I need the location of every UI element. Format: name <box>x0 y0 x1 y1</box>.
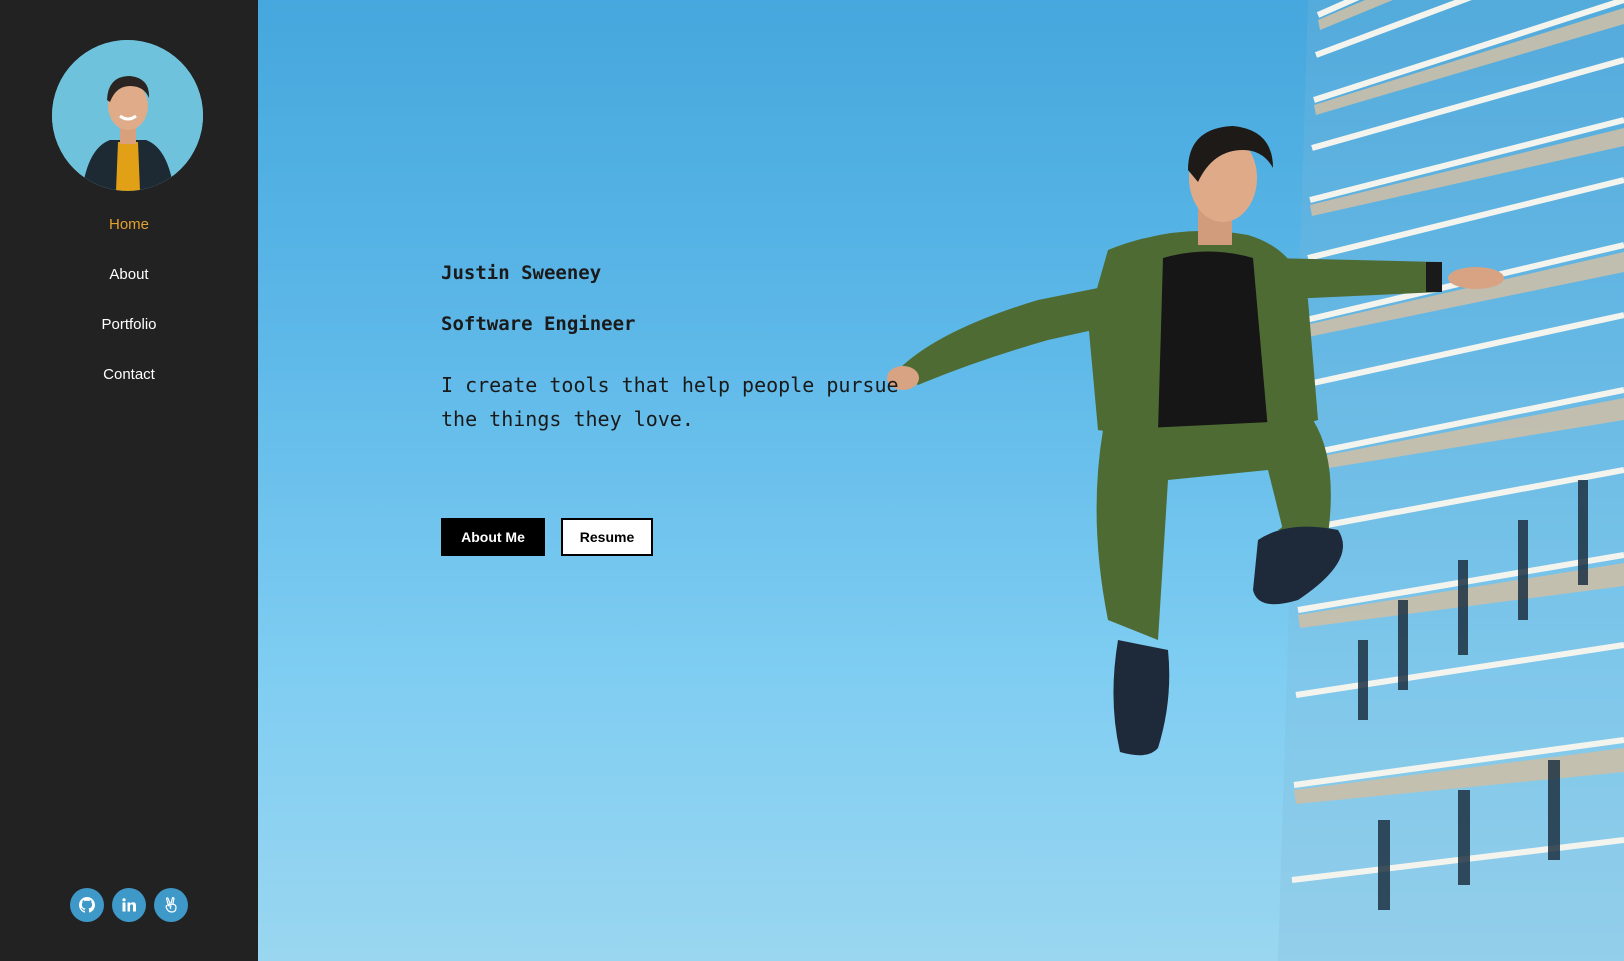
social-links <box>0 888 258 922</box>
hero-photo <box>887 0 1624 961</box>
main-nav: Home About Portfolio Contact <box>0 212 258 412</box>
hero-section: Justin Sweeney Software Engineer I creat… <box>258 0 1624 961</box>
nav-item-about[interactable]: About <box>0 262 258 312</box>
angellist-icon <box>165 897 177 913</box>
hero-content: Justin Sweeney Software Engineer I creat… <box>441 262 931 436</box>
sidebar: Home About Portfolio Contact <box>0 0 258 961</box>
nav-item-portfolio[interactable]: Portfolio <box>0 312 258 362</box>
nav-item-home[interactable]: Home <box>0 212 258 262</box>
page: Home About Portfolio Contact Justin Swee… <box>0 0 1624 961</box>
resume-button[interactable]: Resume <box>561 518 653 556</box>
about-me-button[interactable]: About Me <box>441 518 545 556</box>
nav-item-contact[interactable]: Contact <box>0 362 258 412</box>
hero-tagline: I create tools that help people pursue t… <box>441 373 899 431</box>
linkedin-icon <box>122 898 136 912</box>
linkedin-link[interactable] <box>112 888 146 922</box>
hero-buttons: About Me Resume <box>441 518 653 556</box>
hero-name: Justin Sweeney <box>441 262 602 284</box>
github-icon <box>79 897 95 913</box>
hero-title: Software Engineer <box>441 313 636 335</box>
github-link[interactable] <box>70 888 104 922</box>
avatar <box>52 40 203 191</box>
angellist-link[interactable] <box>154 888 188 922</box>
